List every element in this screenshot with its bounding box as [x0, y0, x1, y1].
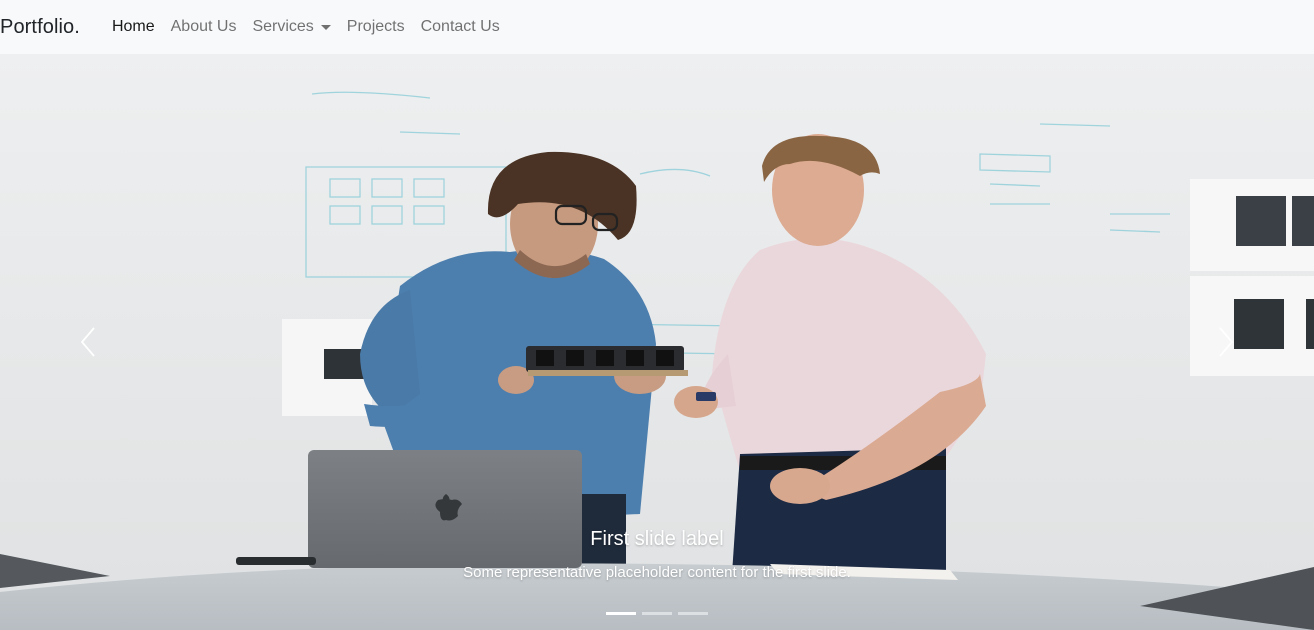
- chevron-right-icon: [1219, 327, 1234, 357]
- nav-link-label: About Us: [170, 18, 237, 35]
- hero-carousel: First slide label Some representative pl…: [0, 54, 1314, 630]
- carousel-indicator-3[interactable]: [678, 612, 708, 615]
- nav-link-services-dropdown[interactable]: Services: [244, 18, 338, 36]
- carousel-indicator-2[interactable]: [642, 612, 672, 615]
- carousel-indicators: [0, 612, 1314, 615]
- nav-link-label: Projects: [346, 18, 405, 35]
- carousel-indicator-1[interactable]: [606, 612, 636, 615]
- nav-link-home[interactable]: Home: [104, 18, 163, 36]
- nav-link-label: Home: [111, 18, 155, 35]
- nav-link-contact-us[interactable]: Contact Us: [413, 18, 508, 36]
- brand-logo[interactable]: Portfolio.: [0, 16, 80, 39]
- chevron-left-icon: [80, 327, 95, 357]
- nav-link-about-us[interactable]: About Us: [163, 18, 245, 36]
- navbar: Portfolio. Home About Us Services Projec…: [0, 0, 1314, 54]
- nav-link-label: Contact Us: [420, 18, 500, 35]
- caret-down-icon: [320, 25, 331, 30]
- nav-links: Home About Us Services Projects Contact …: [104, 18, 508, 36]
- slide-title: First slide label: [590, 528, 724, 550]
- slide-description: Some representative placeholder content …: [463, 564, 851, 581]
- nav-link-label: Services: [252, 18, 314, 35]
- nav-link-projects[interactable]: Projects: [339, 18, 413, 36]
